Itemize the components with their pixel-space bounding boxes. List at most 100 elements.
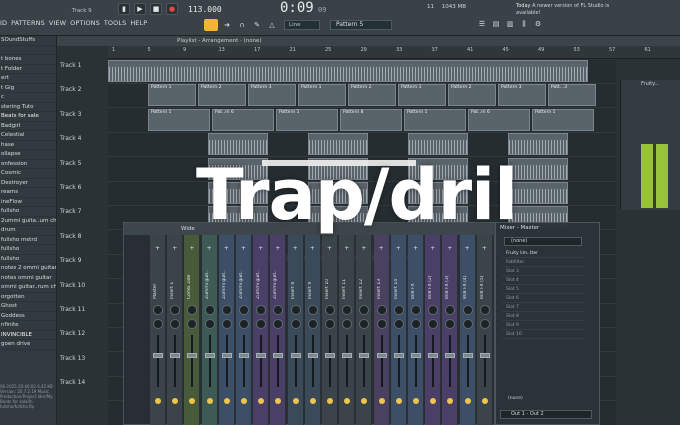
browser-item[interactable]: fullsho — [0, 245, 56, 255]
news-panel[interactable]: Today A newer version of FL Studio is av… — [516, 3, 612, 17]
mute-toggle-icon[interactable] — [464, 398, 471, 404]
browser-item[interactable]: Celestial — [0, 131, 56, 141]
strip-add-icon[interactable]: + — [413, 245, 418, 252]
browser-item[interactable]: notes ommi guitar — [0, 274, 56, 283]
volume-fader[interactable] — [273, 353, 284, 358]
mute-toggle-icon[interactable] — [206, 398, 213, 404]
effect-slot[interactable]: Slot 5 — [502, 286, 584, 294]
strip-add-icon[interactable]: + — [155, 245, 160, 252]
browser-item[interactable]: ommi guitar..rum chords — [0, 283, 56, 293]
playlist-clip[interactable] — [408, 133, 468, 156]
mixer-strip[interactable]: +808 FX (3) — [442, 235, 459, 425]
playlist-clip[interactable]: Pattern 1 — [276, 108, 338, 131]
mixer-wide-label[interactable]: Wide — [181, 223, 195, 235]
volume-fader[interactable] — [411, 353, 421, 358]
arrow-icon[interactable]: ➜ — [222, 20, 232, 30]
browser-item[interactable]: nfinite — [0, 321, 56, 331]
mute-toggle-icon[interactable] — [189, 398, 196, 404]
playlist-clip[interactable]: Pattern 1 — [298, 84, 346, 107]
track-header[interactable]: Track 4 — [60, 135, 106, 158]
browser-item[interactable]: ert — [0, 74, 56, 84]
track-lane[interactable]: Pattern 1 Pat..rn 6 Pattern 1 Pattern 8 Patt… — [108, 108, 616, 133]
strip-add-icon[interactable]: + — [447, 245, 452, 252]
stereo-knob[interactable] — [376, 319, 387, 329]
track-header[interactable]: Track 12 — [60, 330, 106, 353]
volume-fader[interactable] — [187, 353, 198, 358]
stereo-knob[interactable] — [153, 319, 163, 329]
menu-help[interactable]: HELP — [130, 19, 147, 27]
strip-add-icon[interactable]: + — [310, 245, 315, 252]
strip-add-icon[interactable]: + — [207, 245, 212, 252]
stereo-knob[interactable] — [307, 319, 318, 329]
song-time-display[interactable]: 0:09 — [280, 0, 314, 16]
pan-knob[interactable] — [393, 305, 404, 315]
playlist-clip[interactable]: Pattern 1 — [532, 108, 594, 131]
mute-toggle-icon[interactable] — [447, 398, 454, 404]
play-icon[interactable]: ▶ — [134, 3, 146, 15]
pan-knob[interactable] — [204, 305, 215, 315]
mixer-strip[interactable]: +808 FX (4) — [459, 235, 476, 425]
preset-select[interactable]: (none) — [504, 237, 582, 246]
stereo-knob[interactable] — [411, 319, 421, 329]
stop-icon[interactable]: ■ — [150, 3, 162, 15]
pan-knob[interactable] — [221, 305, 232, 315]
playlist-clip[interactable] — [308, 133, 368, 156]
mute-toggle-icon[interactable] — [223, 398, 230, 404]
volume-fader[interactable] — [221, 353, 232, 358]
playlist-clip[interactable]: Pattern 1 — [398, 84, 446, 107]
strip-add-icon[interactable]: + — [465, 245, 470, 252]
browser-item[interactable]: Destroyer — [0, 179, 56, 188]
menu-file[interactable]: ID — [0, 19, 7, 27]
pan-knob[interactable] — [325, 305, 335, 315]
stereo-knob[interactable] — [479, 319, 490, 329]
timeline-ruler[interactable]: 1 5 9 13 17 21 25 29 33 37 41 45 49 53 57 61 — [108, 46, 680, 59]
menu-patterns[interactable]: PATTERNS — [11, 19, 45, 27]
mixer-strip[interactable]: + Insert 11 — [339, 235, 356, 425]
volume-fader[interactable] — [325, 353, 335, 358]
mute-toggle-icon[interactable] — [258, 398, 265, 404]
browser-item[interactable]: 2ummi guita..um chords — [0, 217, 56, 226]
stereo-knob[interactable] — [462, 319, 473, 329]
track-header[interactable]: Track 11 — [60, 306, 106, 329]
volume-fader[interactable] — [462, 353, 473, 358]
browser-item[interactable]: fullsho — [0, 255, 56, 264]
stereo-knob[interactable] — [239, 319, 249, 329]
mixer-strip[interactable]: + Insert 13 — [373, 235, 390, 425]
pan-knob[interactable] — [359, 305, 370, 315]
mute-toggle-icon[interactable] — [413, 398, 419, 404]
pencil-icon[interactable]: ✎ — [252, 20, 262, 30]
browser-item[interactable]: SOundStuffs — [0, 36, 56, 46]
playlist-clip[interactable]: Pat..rn 6 — [212, 108, 274, 131]
pattern-song-toggle-icon[interactable]: ▮ — [118, 3, 130, 15]
browser-item[interactable]: stering Tuto — [0, 103, 56, 112]
pan-knob[interactable] — [290, 305, 301, 315]
playlist-clip[interactable]: Patt...3 — [548, 84, 596, 107]
track-header[interactable]: Track 6 — [60, 184, 106, 207]
effect-slot[interactable]: Slot 7 — [502, 304, 584, 312]
browser-item[interactable]: t bones — [0, 55, 56, 65]
mixer-strip[interactable]: + Insert 10 — [322, 235, 338, 425]
mixer-strip[interactable]: + Comb..ode — [184, 235, 201, 425]
strip-add-icon[interactable]: + — [379, 245, 384, 252]
volume-fader[interactable] — [170, 353, 181, 358]
pan-knob[interactable] — [187, 305, 198, 315]
pan-knob[interactable] — [170, 305, 181, 315]
mixer-strip[interactable]: + Insert 14 — [390, 235, 407, 425]
effect-slot[interactable]: Fruity lim..tter — [502, 250, 584, 258]
browser-item[interactable]: fullsho mstrd — [0, 236, 56, 245]
volume-fader[interactable] — [428, 353, 439, 358]
track-header[interactable]: Track 10 — [60, 282, 106, 305]
mixer-strip[interactable]: + Zummi guit.. — [236, 235, 252, 425]
pan-knob[interactable] — [307, 305, 318, 315]
pan-knob[interactable] — [376, 305, 387, 315]
mixer-strip[interactable]: + Insert 8 — [287, 235, 304, 425]
snap-mode-select[interactable]: Line — [284, 20, 320, 30]
track-header[interactable]: Track 1 — [60, 62, 106, 85]
mixer-strip[interactable]: + Insert 12 — [356, 235, 373, 425]
volume-fader[interactable] — [445, 353, 456, 358]
menu-view[interactable]: VIEW — [49, 19, 66, 27]
effect-slot[interactable]: Slot 6 — [502, 295, 584, 303]
plugin-icon[interactable]: ⚙ — [534, 20, 542, 30]
track-header[interactable]: Track 7 — [60, 208, 106, 231]
browser-item[interactable]: t Folder — [0, 65, 56, 74]
